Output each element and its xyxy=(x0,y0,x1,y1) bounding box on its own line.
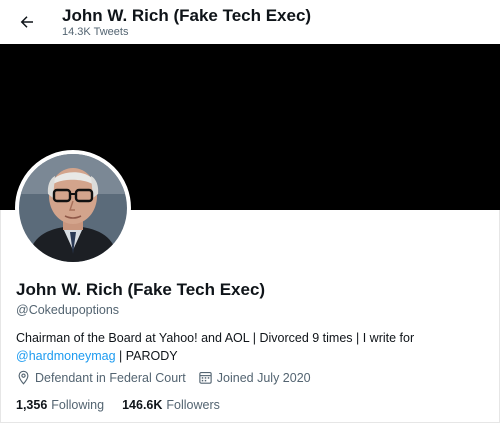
header-title: John W. Rich (Fake Tech Exec) xyxy=(62,6,312,25)
bio-suffix: | PARODY xyxy=(115,349,178,363)
bio-mention-link[interactable]: @hardmoneymag xyxy=(16,349,116,363)
joined-item: Joined July 2020 xyxy=(198,370,311,385)
followers-label: Followers xyxy=(166,398,220,412)
follow-stats: 1,356 Following 146.6K Followers xyxy=(16,398,238,412)
bio-text: Chairman of the Board at Yahoo! and AOL … xyxy=(16,331,415,345)
following-link[interactable]: 1,356 Following xyxy=(16,398,104,412)
location-pin-icon xyxy=(18,370,29,385)
top-header: John W. Rich (Fake Tech Exec) 14.3K Twee… xyxy=(0,0,500,44)
following-label: Following xyxy=(51,398,105,412)
followers-count: 146.6K xyxy=(122,398,163,412)
profile-bio: Chairman of the Board at Yahoo! and AOL … xyxy=(16,329,486,365)
location-text: Defendant in Federal Court xyxy=(35,370,186,385)
tweet-count: 14.3K Tweets xyxy=(62,26,129,38)
followers-link[interactable]: 146.6K Followers xyxy=(122,398,220,412)
display-name: John W. Rich (Fake Tech Exec) xyxy=(16,280,266,299)
arrow-left-icon xyxy=(20,16,33,28)
joined-text: Joined July 2020 xyxy=(216,370,311,385)
profile-meta: Defendant in Federal Court Joined July 2… xyxy=(16,370,323,385)
location-item: Defendant in Federal Court xyxy=(16,370,186,385)
back-button[interactable] xyxy=(14,9,40,35)
user-handle: @Cokedupoptions xyxy=(16,303,120,317)
avatar-photo xyxy=(19,154,127,262)
calendar-icon xyxy=(199,371,212,384)
following-count: 1,356 xyxy=(16,398,48,412)
avatar[interactable] xyxy=(15,150,131,266)
